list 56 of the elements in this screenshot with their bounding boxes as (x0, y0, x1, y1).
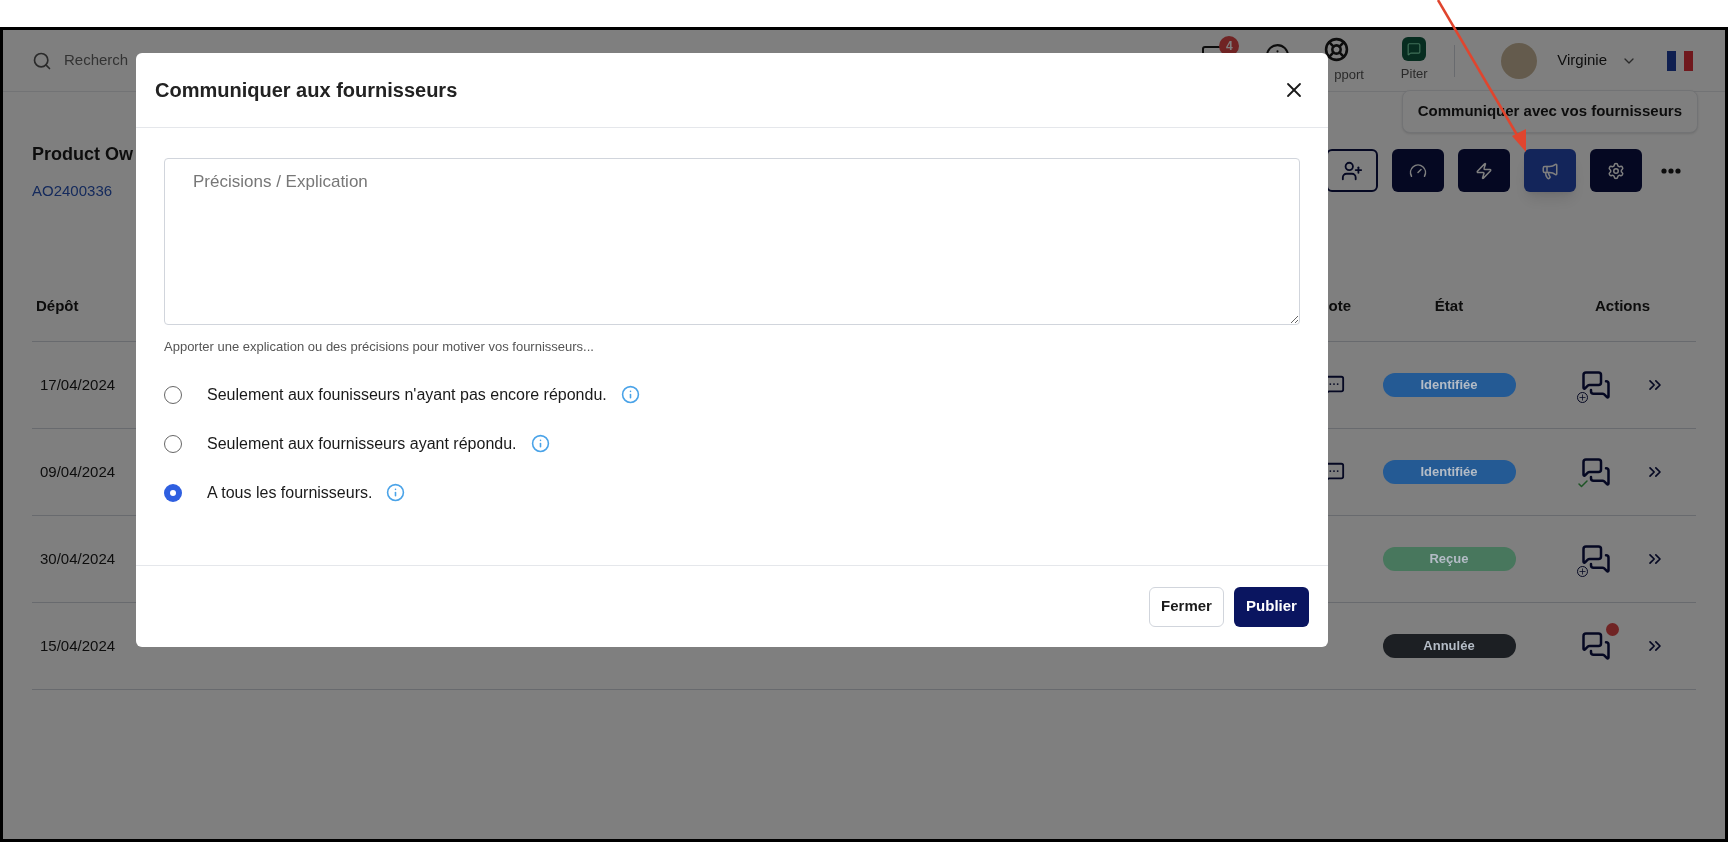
gauge-icon (1409, 161, 1427, 180)
radio-button[interactable] (164, 434, 182, 453)
user-name[interactable]: Virginie (1557, 49, 1607, 72)
add-user-icon (1341, 159, 1363, 182)
option-label[interactable]: Seulement aux founisseurs n'ayant pas encore répondu. (207, 382, 607, 407)
chat-bubbles-icon[interactable] (1581, 370, 1611, 400)
date-cell-text: 09/04/2024 (39, 461, 117, 482)
plus-icon (1577, 566, 1588, 577)
info-icon[interactable] (530, 434, 550, 453)
close-button[interactable]: Fermer (1149, 586, 1224, 627)
megaphone-icon (1541, 161, 1559, 180)
piter-label[interactable]: Piter (1400, 64, 1428, 84)
support-icon[interactable] (1324, 36, 1350, 62)
reference-link[interactable]: AO2400336 (32, 180, 133, 203)
explanation-field[interactable]: Précisions / Explication (164, 158, 1300, 325)
flag-icon[interactable] (1667, 50, 1693, 71)
status-pill: Identifiée (1382, 373, 1516, 397)
status-pill: Annulée (1382, 634, 1516, 658)
chat-bubbles-icon[interactable] (1581, 457, 1611, 487)
search-field[interactable]: Recherch (3, 49, 134, 72)
chat-bubbles-icon[interactable] (1581, 631, 1611, 661)
date-cell-text: 30/04/2024 (39, 548, 117, 569)
column-header: Dépôt (35, 296, 80, 317)
publish-button[interactable]: Publier (1234, 586, 1309, 627)
dialog-title: Communiquer aux fournisseurs (155, 78, 458, 103)
date-cell-text: 17/04/2024 (39, 374, 117, 395)
status-pill: Identifiée (1382, 460, 1516, 484)
column-header: ote (1327, 296, 1352, 317)
lightning-button[interactable] (1458, 149, 1510, 192)
plus-icon (1577, 392, 1588, 403)
helper-text: Apporter une explication ou des précisions pour motiver vos fournisseurs... (164, 338, 595, 356)
chat-bubbles-icon[interactable] (1581, 544, 1611, 574)
check-icon (1577, 478, 1589, 490)
column-header: État (1433, 296, 1465, 317)
status-pill: Reçue (1382, 547, 1516, 571)
more-icon (1661, 167, 1681, 174)
info-icon[interactable] (620, 385, 640, 404)
settings-icon (1607, 161, 1625, 180)
radio-button[interactable] (164, 483, 182, 502)
page-title: Product Ow (32, 143, 133, 166)
date-cell-text: 15/04/2024 (39, 635, 117, 656)
search-icon (32, 50, 52, 71)
notification-badge: 4 (1219, 35, 1240, 56)
megaphone-button[interactable] (1524, 149, 1576, 192)
search-input[interactable]: Recherch (64, 49, 134, 72)
lightning-icon (1475, 161, 1493, 180)
column-header: Actions (1594, 296, 1651, 317)
settings-button[interactable] (1590, 149, 1642, 192)
support-label[interactable]: pport (1324, 64, 1364, 85)
gauge-button[interactable] (1392, 149, 1444, 192)
info-icon[interactable] (386, 483, 406, 502)
chat-logo-icon[interactable] (1402, 37, 1427, 62)
option-label[interactable]: Seulement aux fournisseurs ayant répondu. (207, 431, 517, 456)
radio-button[interactable] (164, 385, 182, 404)
option-label[interactable]: A tous les fournisseurs. (207, 480, 373, 505)
add-user-button[interactable] (1326, 149, 1378, 192)
